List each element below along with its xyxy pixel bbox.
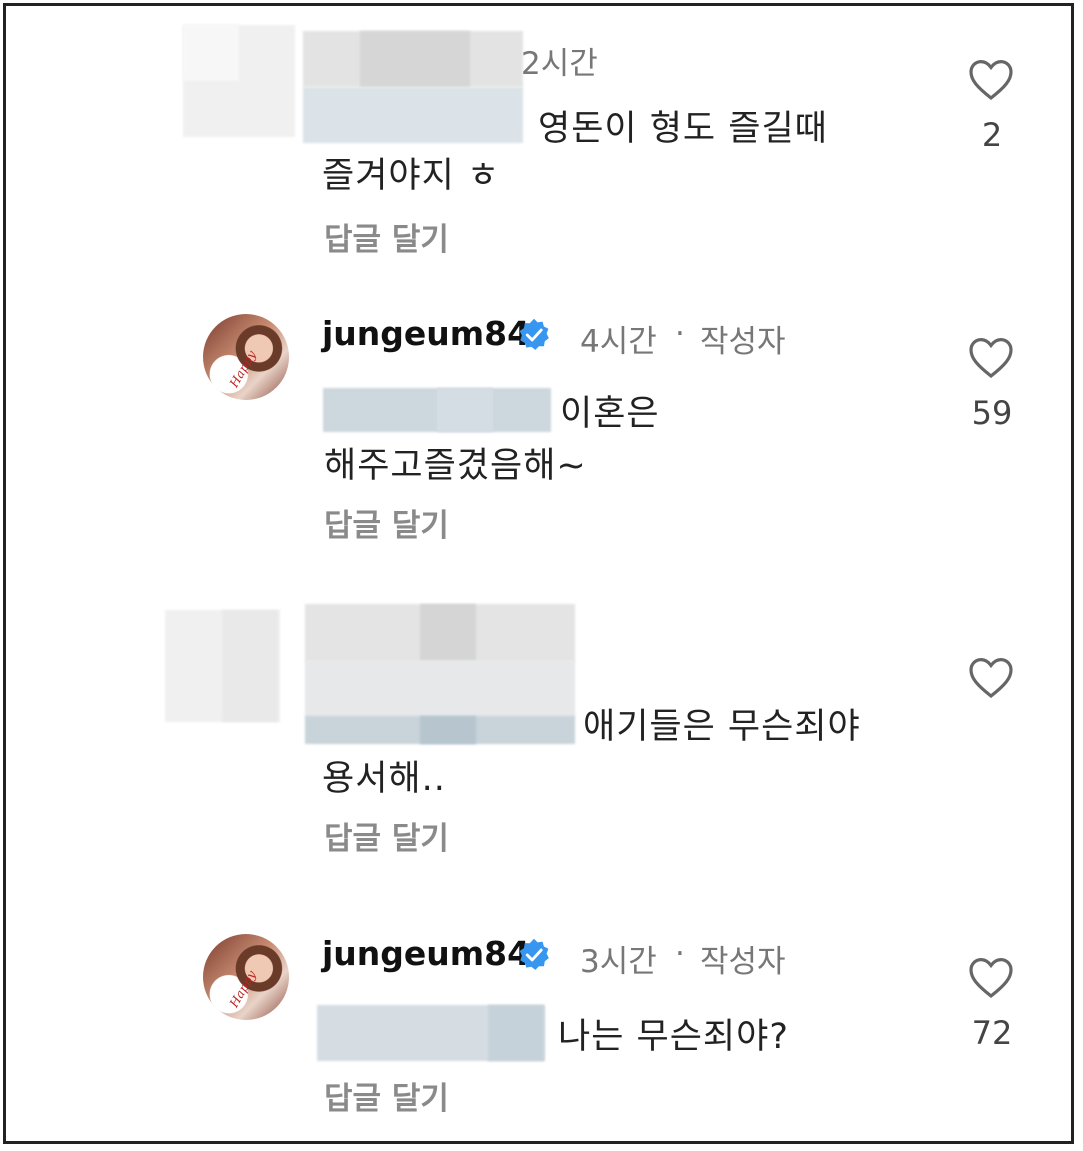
comment-time: 2시간 [521, 46, 598, 82]
avatar-text: Happy [226, 348, 259, 390]
comment-text-continued: 즐겨야지 ㅎ [322, 156, 501, 196]
comment-text: 이혼은 [560, 394, 660, 434]
author-badge: 작성자 [700, 944, 786, 980]
like-count: 2 [981, 116, 1003, 154]
avatar[interactable]: Happy [203, 934, 289, 1020]
comment-text: 애기들은 무슨죄야 [583, 707, 861, 747]
verified-badge-icon [519, 938, 549, 970]
meta-separator: · [675, 316, 685, 352]
comment-text: 나는 무슨죄야? [558, 1017, 789, 1057]
comment-time: 4시간 [580, 324, 657, 360]
like-count: 72 [971, 1014, 1013, 1052]
author-badge: 작성자 [700, 324, 786, 360]
username[interactable]: jungeum84 [322, 934, 530, 973]
comment-text-continued: 해주고즐겼음해~ [324, 446, 587, 486]
verified-badge-icon [519, 318, 549, 350]
reply-button[interactable]: 답글 달기 [324, 813, 449, 858]
avatar-text: Happy [226, 968, 259, 1010]
reply-button[interactable]: 답글 달기 [324, 214, 449, 259]
heart-outline-icon[interactable] [967, 57, 1015, 101]
comment-time: 3시간 [580, 944, 657, 980]
username[interactable]: jungeum84 [322, 314, 530, 353]
heart-outline-icon[interactable] [967, 955, 1015, 999]
avatar[interactable]: Happy [203, 314, 289, 400]
comment-text-continued: 용서해.. [322, 759, 446, 799]
heart-outline-icon[interactable] [967, 335, 1015, 379]
comment-text: 영돈이 형도 즐길때 [538, 109, 828, 149]
reply-button[interactable]: 답글 달기 [324, 500, 449, 545]
like-count: 59 [971, 394, 1013, 432]
heart-outline-icon[interactable] [967, 655, 1015, 699]
meta-separator: · [675, 936, 685, 972]
reply-button[interactable]: 답글 달기 [324, 1073, 449, 1118]
